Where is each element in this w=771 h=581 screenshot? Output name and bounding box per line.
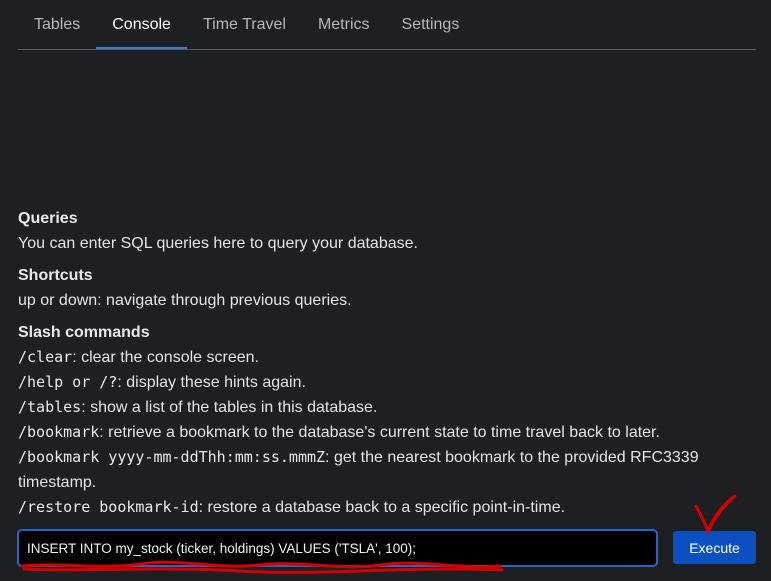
slash-commands-heading: Slash commands bbox=[18, 324, 150, 341]
queries-text: You can enter SQL queries here to query … bbox=[18, 235, 418, 252]
command-help-name: /help or /? bbox=[18, 373, 118, 391]
command-help-desc: : display these hints again. bbox=[117, 374, 306, 391]
shortcuts-text: up or down: navigate through previous qu… bbox=[18, 292, 352, 309]
command-restore-name: /restore bookmark-id bbox=[18, 498, 199, 516]
command-clear-name: /clear bbox=[18, 348, 73, 366]
sql-query-input[interactable] bbox=[17, 529, 658, 567]
command-restore-desc: : restore a database back to a specific … bbox=[198, 499, 566, 516]
command-help: /help or /?: display these hints again. bbox=[18, 370, 756, 395]
command-bookmark-timestamp: /bookmark yyyy-mm-ddThh:mm:ss.mmmZ: get … bbox=[18, 445, 756, 495]
command-tables-name: /tables bbox=[18, 398, 82, 416]
tab-metrics[interactable]: Metrics bbox=[302, 0, 386, 49]
console-page: Tables Console Time Travel Metrics Setti… bbox=[0, 0, 771, 581]
tab-console[interactable]: Console bbox=[96, 0, 187, 49]
command-tables: /tables: show a list of the tables in th… bbox=[18, 395, 756, 420]
command-bookmark-desc: : retrieve a bookmark to the database's … bbox=[99, 424, 660, 441]
command-bookmark-timestamp-name: /bookmark yyyy-mm-ddThh:mm:ss.mmmZ bbox=[18, 448, 326, 466]
command-bookmark: /bookmark: retrieve a bookmark to the da… bbox=[18, 420, 756, 445]
execute-button[interactable]: Execute bbox=[673, 531, 756, 564]
command-bookmark-name: /bookmark bbox=[18, 423, 100, 441]
tab-time-travel[interactable]: Time Travel bbox=[187, 0, 302, 49]
tab-tables[interactable]: Tables bbox=[18, 0, 96, 49]
console-hints: Queries You can enter SQL queries here t… bbox=[18, 206, 756, 520]
command-clear-desc: : clear the console screen. bbox=[72, 349, 259, 366]
command-clear: /clear: clear the console screen. bbox=[18, 345, 756, 370]
command-restore: /restore bookmark-id: restore a database… bbox=[18, 495, 756, 520]
queries-heading: Queries bbox=[18, 210, 78, 227]
tab-bar: Tables Console Time Travel Metrics Setti… bbox=[18, 0, 756, 50]
command-tables-desc: : show a list of the tables in this data… bbox=[81, 399, 378, 416]
tab-settings[interactable]: Settings bbox=[386, 0, 476, 49]
shortcuts-heading: Shortcuts bbox=[18, 267, 93, 284]
